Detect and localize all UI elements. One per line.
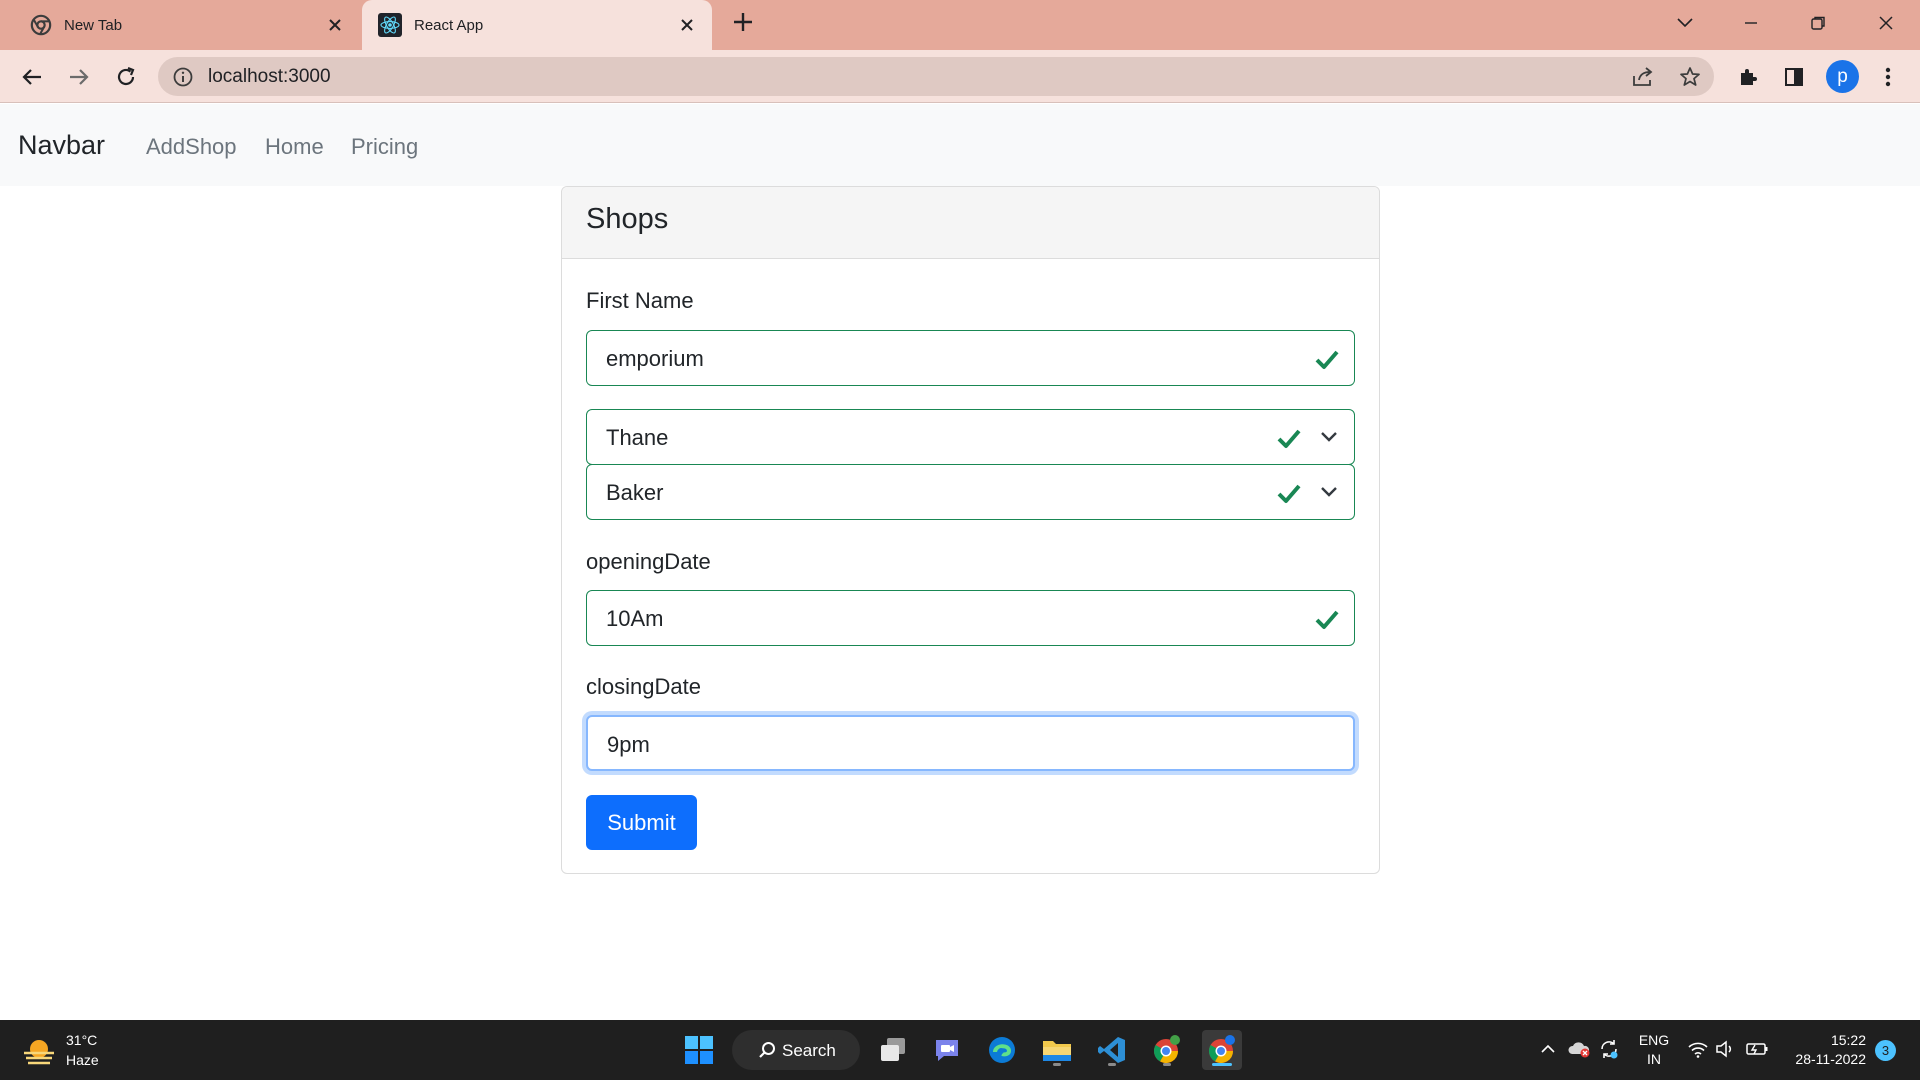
- battery-icon[interactable]: [1744, 1034, 1770, 1064]
- nav-link-home[interactable]: Home: [265, 134, 324, 160]
- react-icon: [378, 13, 402, 37]
- forward-icon[interactable]: [64, 62, 94, 92]
- show-hidden-icons-icon[interactable]: [1538, 1034, 1558, 1064]
- side-panel-icon[interactable]: [1779, 62, 1809, 92]
- tab-title: React App: [414, 16, 484, 34]
- category-select-value: Baker: [606, 480, 664, 505]
- city-select-value: Thane: [606, 425, 669, 450]
- tab-new-tab[interactable]: New Tab: [24, 0, 360, 50]
- taskbar-search[interactable]: Search: [732, 1030, 860, 1070]
- system-clock[interactable]: 15:22 28-11-2022: [1778, 1031, 1866, 1069]
- browser-tabstrip: New Tab React App: [0, 0, 1920, 50]
- notification-badge[interactable]: 3: [1875, 1040, 1896, 1061]
- first-name-input[interactable]: emporium: [586, 330, 1355, 386]
- extensions-icon[interactable]: [1733, 62, 1763, 92]
- shops-card: Shops First Name emporium Thane Baker op…: [561, 186, 1380, 874]
- reload-icon[interactable]: [111, 62, 141, 92]
- chevron-down-icon: [1321, 487, 1337, 497]
- edge-icon[interactable]: [982, 1030, 1022, 1070]
- weather-widget[interactable]: 31°C Haze: [22, 1032, 142, 1072]
- teams-chat-icon[interactable]: [927, 1030, 967, 1070]
- valid-check-icon: [1277, 484, 1301, 503]
- first-name-value: emporium: [606, 346, 704, 371]
- tab-search-icon[interactable]: [1670, 8, 1700, 38]
- page-navbar: Navbar AddShop Home Pricing: [0, 104, 1920, 186]
- search-icon: [759, 1042, 775, 1058]
- close-tab-icon[interactable]: [324, 14, 346, 36]
- closing-date-label: closingDate: [586, 674, 701, 699]
- running-indicator: [1163, 1063, 1171, 1066]
- clock-time: 15:22: [1830, 1032, 1866, 1048]
- opening-date-value: 10Am: [606, 606, 664, 631]
- close-window-icon[interactable]: [1871, 8, 1901, 38]
- back-icon[interactable]: [17, 62, 47, 92]
- submit-button[interactable]: Submit: [586, 795, 697, 850]
- browser-toolbar: localhost:3000 p: [0, 50, 1920, 103]
- vscode-icon[interactable]: [1092, 1030, 1132, 1070]
- tab-react-app[interactable]: React App: [362, 0, 712, 50]
- bookmark-star-icon[interactable]: [1678, 65, 1702, 89]
- task-view-icon[interactable]: [873, 1030, 913, 1070]
- region-code: IN: [1647, 1051, 1661, 1067]
- nav-link-pricing[interactable]: Pricing: [351, 134, 418, 160]
- navbar-brand[interactable]: Navbar: [18, 130, 105, 161]
- tab-title: New Tab: [64, 16, 123, 34]
- running-indicator: [1053, 1063, 1061, 1066]
- close-tab-icon[interactable]: [676, 14, 698, 36]
- card-header: Shops: [562, 187, 1379, 259]
- chevron-down-icon: [1321, 432, 1337, 442]
- search-label: Search: [782, 1041, 836, 1060]
- weather-condition: Haze: [66, 1052, 99, 1068]
- closing-date-input[interactable]: 9pm: [586, 715, 1355, 771]
- site-info-icon[interactable]: [172, 66, 194, 88]
- running-indicator: [1108, 1063, 1116, 1066]
- active-indicator: [1212, 1063, 1232, 1066]
- valid-check-icon: [1277, 429, 1301, 448]
- weather-temperature: 31°C: [66, 1032, 98, 1048]
- chrome-active-icon[interactable]: [1202, 1030, 1242, 1070]
- valid-check-icon: [1315, 610, 1339, 629]
- sync-icon[interactable]: [1596, 1034, 1622, 1064]
- input-language[interactable]: ENG IN: [1636, 1031, 1672, 1069]
- opening-date-input[interactable]: 10Am: [586, 590, 1355, 646]
- city-select[interactable]: Thane: [586, 409, 1355, 465]
- address-bar[interactable]: localhost:3000: [158, 57, 1714, 96]
- restore-icon[interactable]: [1803, 8, 1833, 38]
- wifi-icon[interactable]: [1686, 1034, 1710, 1064]
- file-explorer-icon[interactable]: [1037, 1030, 1077, 1070]
- closing-date-value: 9pm: [607, 732, 650, 757]
- minimize-icon[interactable]: [1736, 8, 1766, 38]
- language-code: ENG: [1638, 1032, 1670, 1048]
- chrome-icon: [30, 14, 52, 36]
- card-title: Shops: [586, 203, 669, 235]
- volume-icon[interactable]: [1714, 1034, 1738, 1064]
- start-icon[interactable]: [679, 1030, 719, 1070]
- category-select[interactable]: Baker: [586, 464, 1355, 520]
- first-name-label: First Name: [586, 288, 694, 313]
- nav-link-addshop[interactable]: AddShop: [146, 134, 237, 160]
- url-text: localhost:3000: [208, 66, 331, 87]
- valid-check-icon: [1315, 350, 1339, 369]
- opening-date-label: openingDate: [586, 549, 711, 574]
- new-tab-button[interactable]: [728, 10, 758, 40]
- windows-taskbar: 31°C Haze Search ENG IN 15:22 28-11-2022…: [0, 1020, 1920, 1080]
- haze-weather-icon: [24, 1040, 54, 1065]
- profile-avatar[interactable]: p: [1826, 60, 1859, 93]
- onedrive-error-icon[interactable]: [1566, 1034, 1592, 1064]
- chrome-menu-icon[interactable]: [1873, 62, 1903, 92]
- share-icon[interactable]: [1631, 65, 1655, 89]
- clock-date: 28-11-2022: [1795, 1051, 1866, 1067]
- chrome-profile-icon[interactable]: [1147, 1030, 1187, 1070]
